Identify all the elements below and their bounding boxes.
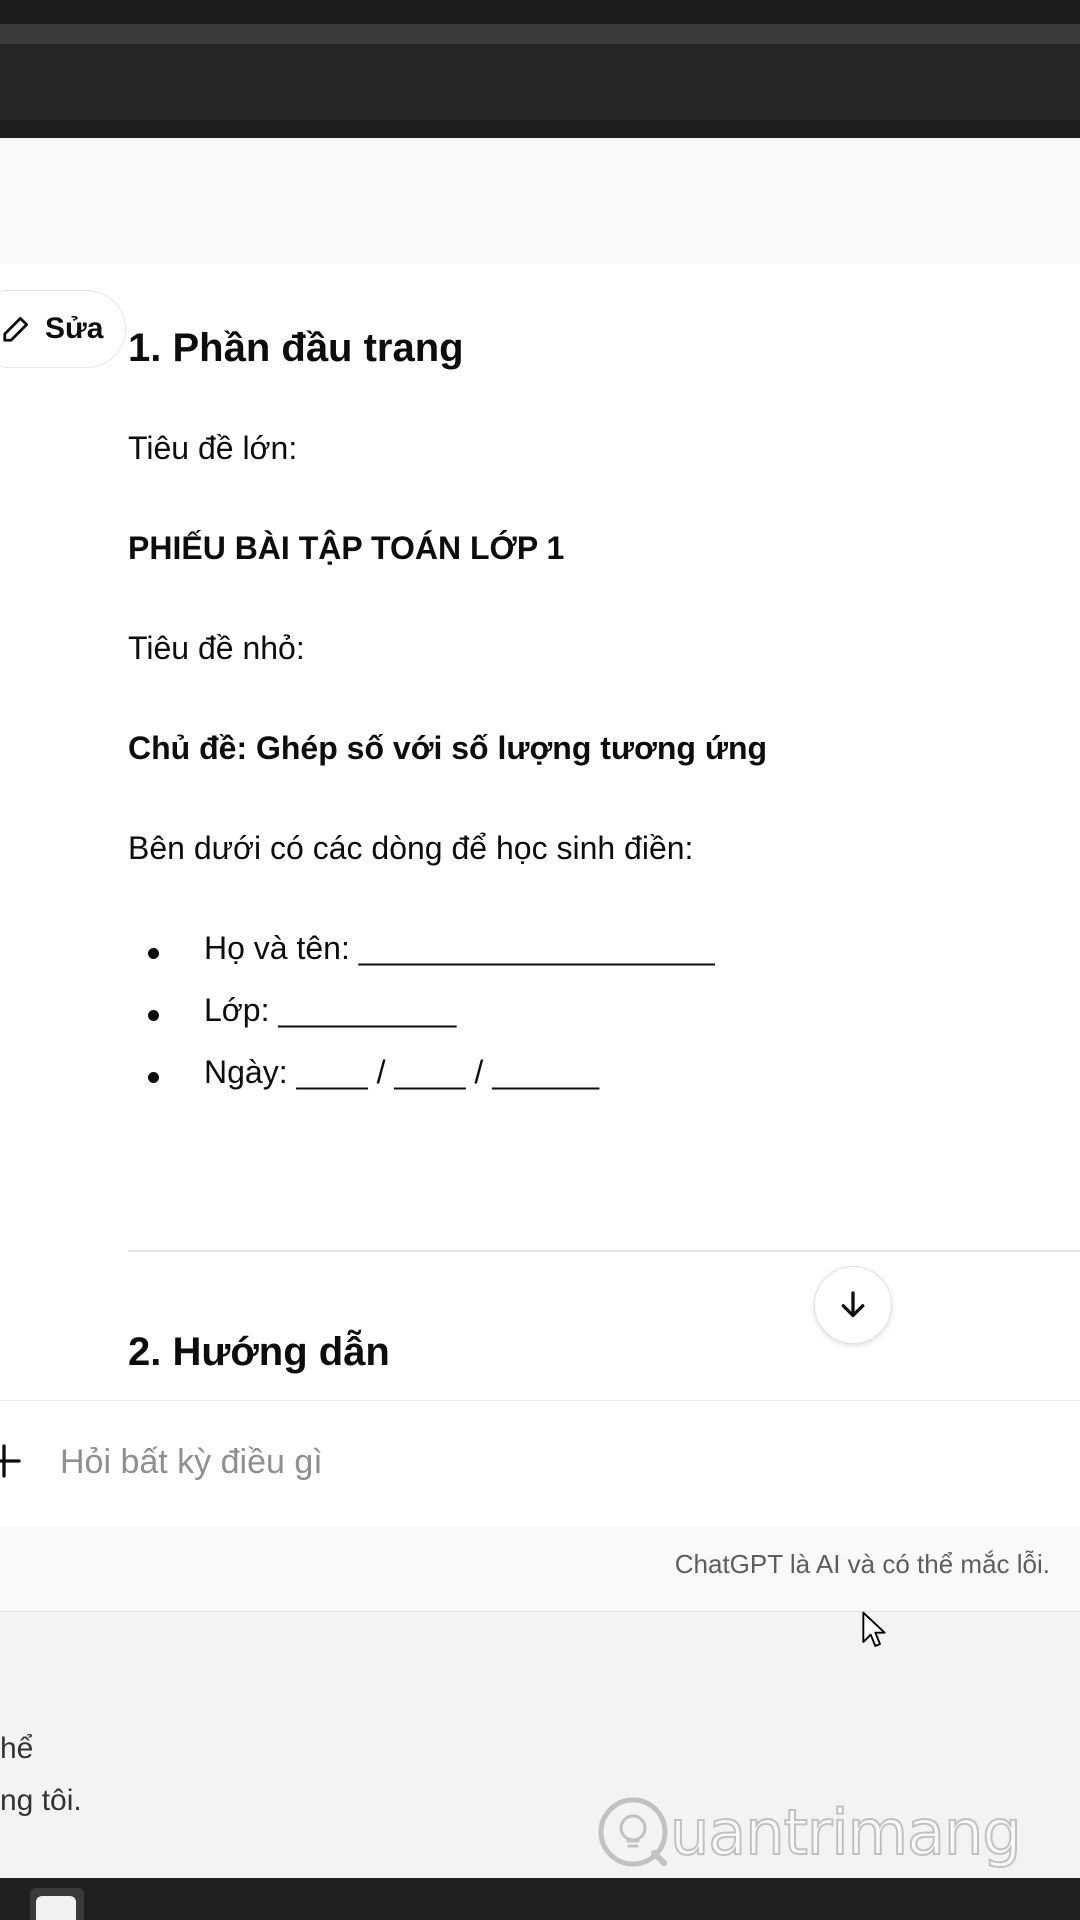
taskbar-app-icon[interactable] (30, 1888, 84, 1920)
paragraph-bold: Chủ đề: Ghép số với số lượng tương ứng (128, 730, 768, 766)
edit-button[interactable]: Sửa (0, 290, 126, 368)
disclaimer-text: ChatGPT là AI và có thể mắc lỗi. (674, 1549, 1050, 1579)
paragraph: Tiêu đề nhỏ: (128, 630, 305, 666)
bullet-icon (148, 948, 159, 959)
paragraph: Tiêu đề lớn: (128, 430, 298, 466)
list-item-text: Họ và tên: ____________________ (204, 930, 715, 966)
title-bar-stripe (0, 0, 1080, 24)
title-bar-stripe (0, 120, 1080, 138)
taskbar (0, 1878, 1080, 1920)
window-title-bar (0, 0, 1080, 138)
pencil-icon (3, 317, 28, 342)
chat-header (0, 138, 1080, 265)
watermark: uantrimang (596, 1792, 1023, 1872)
scroll-to-bottom-button[interactable] (814, 1266, 892, 1344)
lightbulb-logo-icon (598, 1797, 668, 1867)
message-composer[interactable]: Hỏi bất kỳ điều gì (0, 1400, 1080, 1528)
section-heading: 2. Hướng dẫn (128, 1330, 390, 1374)
background-text: hể (0, 1732, 34, 1765)
watermark-text: uantrimang (669, 1795, 1023, 1870)
background-text: ng tôi. (0, 1784, 82, 1817)
message-input-placeholder[interactable]: Hỏi bất kỳ điều gì (60, 1443, 323, 1482)
horizontal-divider (128, 1250, 1080, 1252)
paragraph: Bên dưới có các dòng để học sinh điền: (128, 830, 694, 866)
title-bar-stripe (0, 24, 1080, 44)
list-item-text: Lớp: __________ (204, 992, 457, 1028)
section-heading: 1. Phần đầu trang (128, 326, 464, 370)
chat-message-area[interactable]: Sửa 1. Phần đầu trang Tiêu đề lớn: PHIẾU… (0, 264, 1080, 1400)
disclaimer-bar: ChatGPT là AI và có thể mắc lỗi. (0, 1527, 1080, 1612)
edit-button-label: Sửa (45, 312, 104, 345)
list-item-text: Ngày: ____ / ____ / ______ (204, 1054, 599, 1090)
bullet-icon (148, 1072, 159, 1083)
arrow-down-icon (841, 1291, 865, 1318)
bullet-icon (148, 1010, 159, 1021)
mouse-cursor-icon (862, 1611, 886, 1647)
plus-icon[interactable] (0, 1441, 24, 1481)
paragraph-bold: PHIẾU BÀI TẬP TOÁN LỚP 1 (128, 530, 565, 566)
